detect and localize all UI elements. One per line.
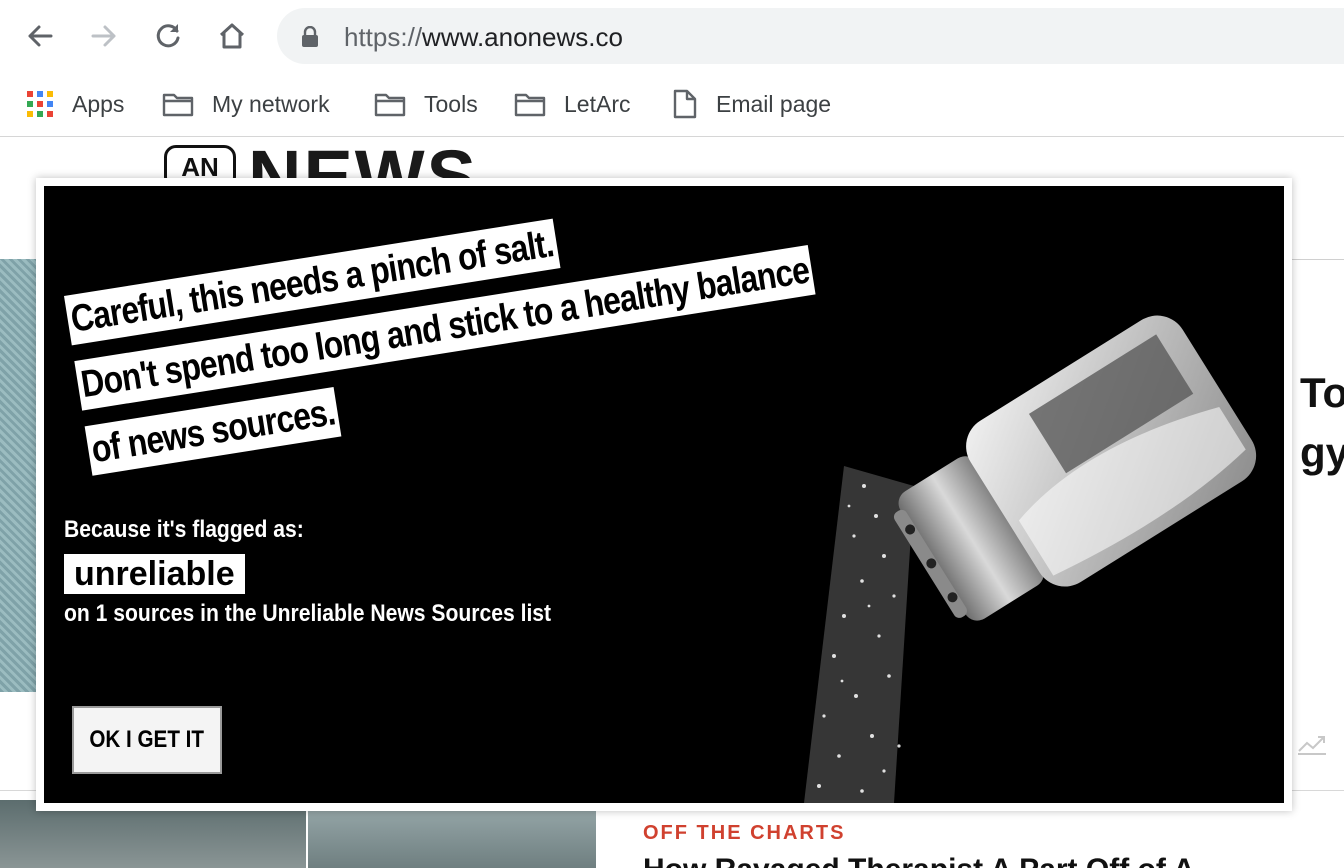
page-icon [673,89,697,119]
bookmark-label: Apps [72,90,125,117]
bookmark-label: LetArc [564,90,631,117]
browser-toolbar: https://www.anonews.co [0,0,1344,72]
bookmark-my-network[interactable]: My network [162,84,330,124]
arrow-left-icon [28,25,53,47]
home-icon [219,23,245,49]
url-scheme: https:// [344,22,423,52]
bookmark-email-page[interactable]: Email page [672,84,831,124]
salt-shaker-image [804,315,1257,803]
ok-button-label: OK I GET IT [89,726,205,753]
section-label[interactable]: OFF THE CHARTS [643,822,845,845]
salt-shaker [893,315,1257,621]
bookmark-tools[interactable]: Tools [374,84,478,124]
bookmarks-bar: Apps My network Tools LetArc Email page [0,72,1344,137]
folder-icon [514,93,546,117]
bookmark-letarc[interactable]: LetArc [514,84,630,124]
home-button[interactable] [212,16,252,56]
forward-button[interactable] [84,16,124,56]
bookmark-label: My network [212,90,330,117]
flag-source-text: on 1 sources in the Unreliable News Sour… [64,600,552,627]
article-title[interactable]: To gy [1300,363,1344,483]
bookmark-apps[interactable]: Apps [26,84,124,124]
lock-icon [302,26,318,47]
arrow-right-icon [91,25,116,47]
reload-icon [156,24,180,48]
bookmark-label: Tools [424,90,478,117]
modal-panel: Careful, this needs a pinch of salt. Don… [44,186,1284,803]
divider [1290,259,1344,260]
folder-icon [162,93,194,117]
ok-i-get-it-button[interactable]: OK I GET IT [72,706,222,774]
trending-icon [1298,736,1326,755]
back-button[interactable] [20,16,60,56]
reload-button[interactable] [148,16,188,56]
url-host: www.anonews.co [422,22,623,52]
url-text[interactable]: https://www.anonews.co [344,22,623,53]
bookmark-label: Email page [716,90,832,117]
warning-modal: Careful, this needs a pinch of salt. Don… [36,178,1292,811]
folder-icon [374,93,406,117]
address-bar[interactable]: https://www.anonews.co [277,8,1344,64]
article-headline[interactable]: How Ravaged Therapist A Part Off of A [643,853,1195,868]
hero-image[interactable] [0,259,40,692]
flag-label: unreliable [64,554,245,594]
apps-grid-icon [27,91,53,117]
flag-intro-text: Because it's flagged as: [64,516,304,543]
